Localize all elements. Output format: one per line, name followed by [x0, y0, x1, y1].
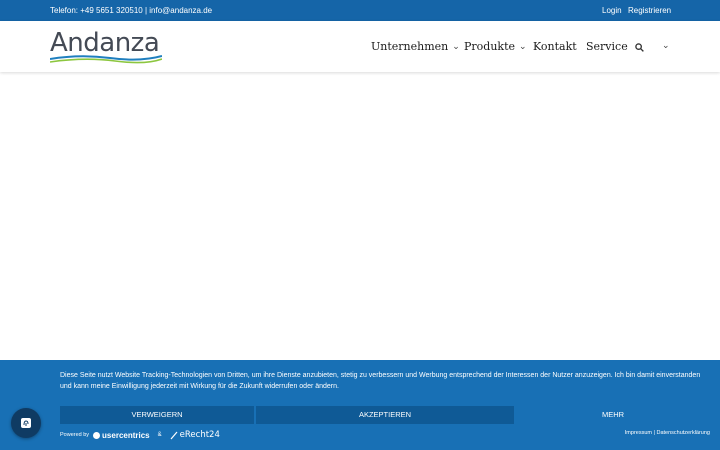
register-link[interactable]: Registrieren [628, 6, 671, 15]
consent-text: Diese Seite nutzt Website Tracking-Techn… [60, 372, 701, 390]
main-nav: Unternehmen ⌄ Produkte ⌄ Kontakt Service [0, 21, 720, 72]
contact-info[interactable]: Telefon: +49 5651 320510 | info@andanza.… [50, 6, 212, 15]
login-link[interactable]: Login [602, 6, 622, 15]
chevron-down-icon: ⌄ [452, 42, 460, 52]
nav-item-produkte[interactable]: Produkte ⌄ [464, 40, 527, 53]
usercentrics-text: usercentrics [102, 430, 150, 440]
nav-item-unternehmen[interactable]: Unternehmen ⌄ [371, 40, 460, 53]
nav-item-label: Service [586, 40, 628, 53]
chevron-down-icon[interactable]: ⌄ [662, 40, 670, 51]
more-button[interactable]: MEHR [516, 406, 710, 424]
site-header: Andanza Unternehmen ⌄ Produkte ⌄ Kontakt S… [0, 21, 720, 72]
powered-by-label: Powered by [60, 432, 90, 438]
accept-button[interactable]: AKZEPTIEREN [256, 406, 514, 424]
nav-item-service[interactable]: Service [586, 40, 628, 53]
impressum-link[interactable]: Impressum [625, 430, 652, 436]
fingerprint-icon [21, 418, 31, 428]
nav-item-label: Unternehmen [371, 40, 449, 53]
top-bar: Telefon: +49 5651 320510 | info@andanza.… [0, 0, 720, 21]
reject-button[interactable]: VERWEIGERN [60, 406, 254, 424]
cookie-consent-banner: Diese Seite nutzt Website Tracking-Techn… [0, 360, 720, 450]
chevron-down-icon: ⌄ [519, 42, 527, 52]
powered-by: Powered by usercentrics & eRecht24 [60, 430, 220, 440]
erecht-pen-icon [170, 431, 178, 439]
nav-item-label: Kontakt [533, 40, 577, 53]
privacy-settings-button[interactable] [11, 408, 41, 438]
legal-separator: | [653, 430, 655, 436]
nav-item-label: Produkte [464, 40, 516, 53]
usercentrics-dot-icon [93, 431, 101, 439]
search-icon[interactable] [635, 43, 644, 52]
legal-links: Impressum | Datenschutzerklärung [625, 430, 710, 436]
ampersand: & [157, 432, 162, 438]
usercentrics-logo[interactable]: usercentrics [93, 431, 150, 440]
erecht24-text: eRecht24 [179, 430, 220, 440]
erecht24-logo[interactable]: eRecht24 [170, 430, 220, 440]
nav-item-kontakt[interactable]: Kontakt [533, 40, 577, 53]
privacy-link[interactable]: Datenschutzerklärung [656, 430, 710, 436]
